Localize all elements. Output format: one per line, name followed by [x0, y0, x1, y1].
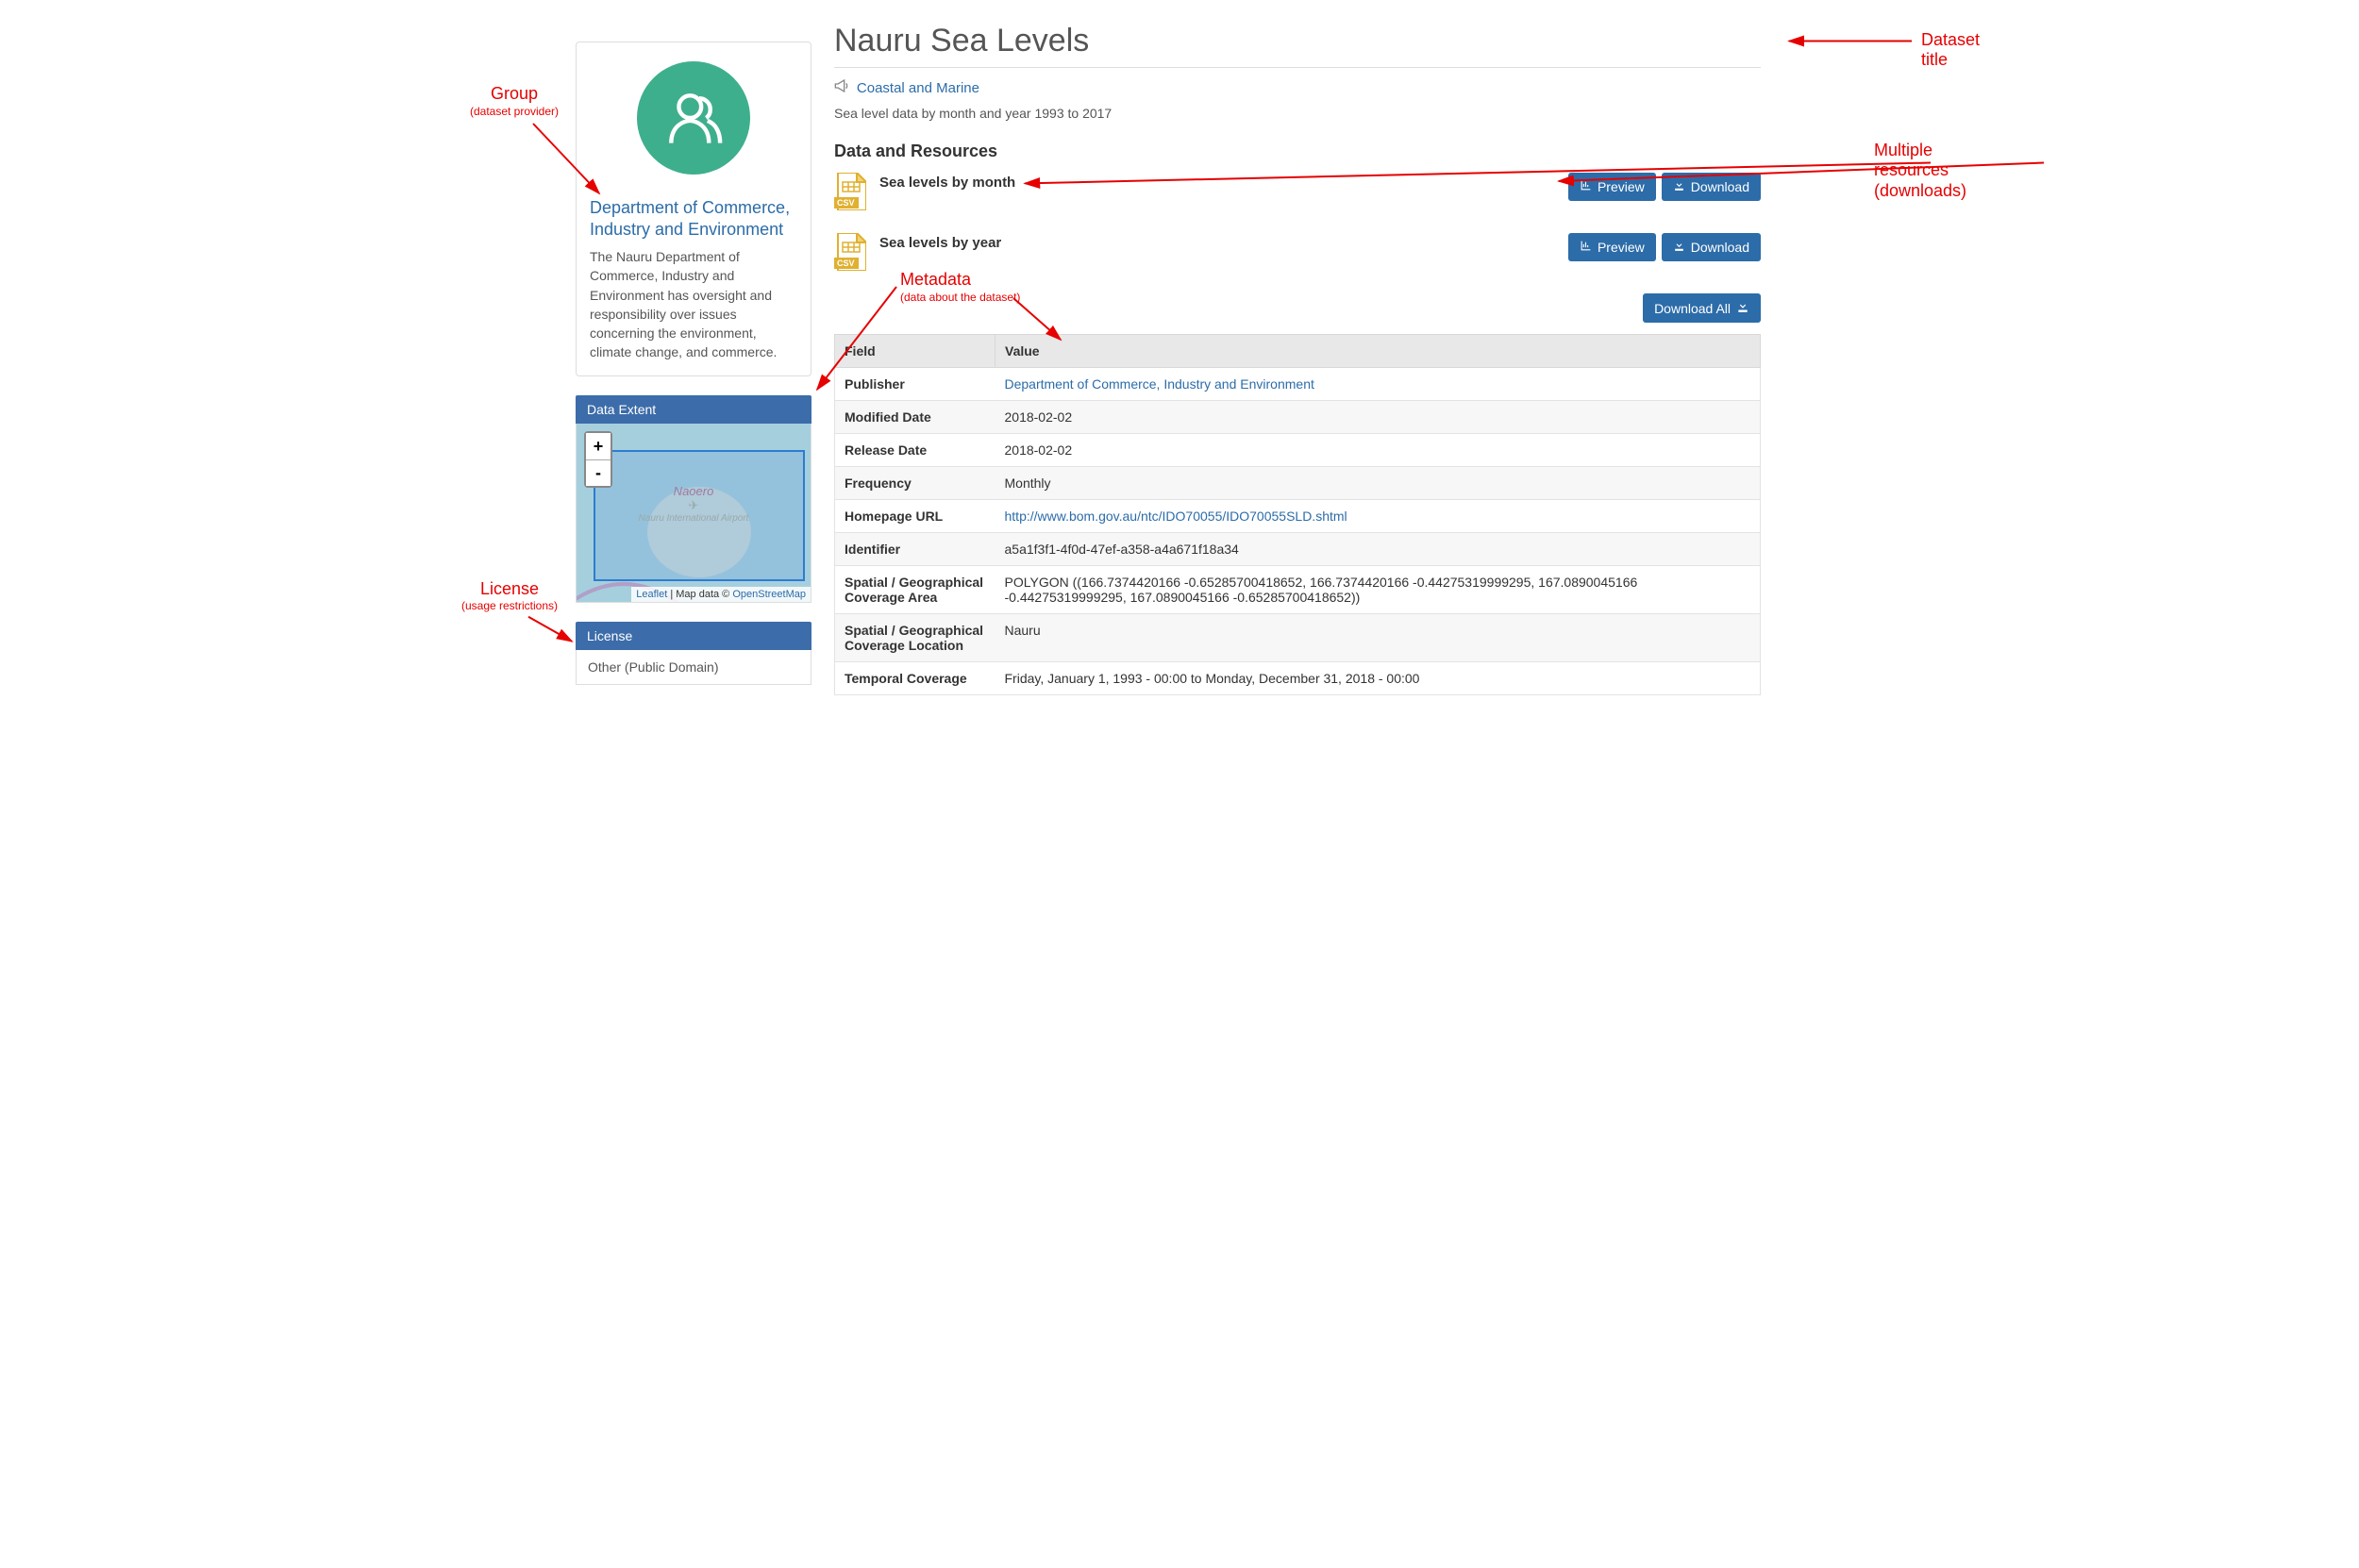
meta-field: Spatial / Geographical Coverage Location: [835, 614, 995, 662]
annotation-label: Dataset title: [1921, 30, 1980, 71]
meta-field: Frequency: [835, 467, 995, 500]
csv-file-icon: CSV: [834, 173, 866, 210]
preview-button[interactable]: Preview: [1568, 173, 1656, 201]
table-row: Identifiera5a1f3f1-4f0d-47ef-a358-a4a671…: [835, 533, 1761, 566]
meta-value: 2018-02-02: [995, 401, 1761, 434]
svg-text:CSV: CSV: [837, 259, 855, 268]
data-extent-panel: Data Extent + - Naoero ✈ Nauru Internati…: [576, 395, 811, 603]
group-avatar-icon: [637, 61, 750, 175]
svg-text:CSV: CSV: [837, 198, 855, 208]
meta-field: Release Date: [835, 434, 995, 467]
resource-name[interactable]: Sea levels by year: [879, 233, 1001, 251]
chart-bar-icon: [1580, 240, 1592, 255]
annotation-label: Group(dataset provider): [470, 84, 559, 118]
metadata-table: Field Value Publisher Department of Comme…: [834, 334, 1761, 695]
resources-heading: Data and Resources: [834, 142, 1761, 161]
meta-value: http://www.bom.gov.au/ntc/IDO70055/IDO70…: [995, 500, 1761, 533]
meta-field: Spatial / Geographical Coverage Area: [835, 566, 995, 614]
meta-field: Homepage URL: [835, 500, 995, 533]
meta-col-value: Value: [995, 335, 1761, 368]
table-row: FrequencyMonthly: [835, 467, 1761, 500]
annotation-label: License(usage restrictions): [461, 579, 558, 613]
meta-value: Department of Commerce, Industry and Env…: [995, 368, 1761, 401]
download-button[interactable]: Download: [1662, 233, 1761, 261]
map-zoom-controls: + -: [584, 431, 612, 488]
group-description: The Nauru Department of Commerce, Indust…: [590, 247, 797, 362]
table-row: Temporal CoverageFriday, January 1, 1993…: [835, 662, 1761, 695]
download-button[interactable]: Download: [1662, 173, 1761, 201]
group-title-link[interactable]: Department of Commerce, Industry and Env…: [590, 197, 797, 240]
title-divider: [834, 67, 1761, 68]
map-zoom-in-button[interactable]: +: [586, 433, 611, 459]
csv-file-icon: CSV: [834, 233, 866, 271]
annotation-label: Multiple resources (downloads): [1874, 141, 1966, 202]
data-extent-heading: Data Extent: [576, 395, 811, 424]
preview-button[interactable]: Preview: [1568, 233, 1656, 261]
meta-value: 2018-02-02: [995, 434, 1761, 467]
osm-link[interactable]: OpenStreetMap: [732, 589, 806, 600]
meta-field: Identifier: [835, 533, 995, 566]
sidebar: Department of Commerce, Industry and Env…: [576, 19, 811, 695]
table-row: Homepage URL http://www.bom.gov.au/ntc/ID…: [835, 500, 1761, 533]
map-attribution: Leaflet | Map data © OpenStreetMap: [631, 587, 811, 602]
map-zoom-out-button[interactable]: -: [586, 459, 611, 486]
meta-field: Temporal Coverage: [835, 662, 995, 695]
resource-row: CSV Sea levels by year Preview Download: [834, 233, 1761, 271]
main-content: Nauru Sea Levels Coastal and Marine Sea …: [834, 19, 1761, 695]
download-icon: [1673, 240, 1685, 255]
meta-value: Monthly: [995, 467, 1761, 500]
tag-link[interactable]: Coastal and Marine: [857, 80, 979, 96]
leaflet-link[interactable]: Leaflet: [636, 589, 667, 600]
dataset-description: Sea level data by month and year 1993 to…: [834, 106, 1761, 121]
map-label: Naoero ✈ Nauru International Airport: [639, 484, 749, 524]
resource-name[interactable]: Sea levels by month: [879, 173, 1015, 191]
license-value: Other (Public Domain): [576, 650, 811, 685]
meta-field: Modified Date: [835, 401, 995, 434]
download-icon: [1673, 179, 1685, 194]
table-row: Release Date2018-02-02: [835, 434, 1761, 467]
download-all-button[interactable]: Download All: [1643, 293, 1761, 323]
meta-value: a5a1f3f1-4f0d-47ef-a358-a4a671f18a34: [995, 533, 1761, 566]
map[interactable]: + - Naoero ✈ Nauru International Airport…: [576, 424, 811, 603]
meta-link[interactable]: http://www.bom.gov.au/ntc/IDO70055/IDO70…: [1005, 509, 1347, 524]
table-row: Spatial / Geographical Coverage Location…: [835, 614, 1761, 662]
meta-value: Nauru: [995, 614, 1761, 662]
meta-value: POLYGON ((166.7374420166 -0.652857004186…: [995, 566, 1761, 614]
megaphone-icon: [834, 79, 849, 95]
meta-value: Friday, January 1, 1993 - 00:00 to Monda…: [995, 662, 1761, 695]
license-panel: License Other (Public Domain): [576, 622, 811, 685]
meta-field: Publisher: [835, 368, 995, 401]
download-icon: [1736, 300, 1749, 316]
table-row: Spatial / Geographical Coverage AreaPOLY…: [835, 566, 1761, 614]
table-row: Publisher Department of Commerce, Industr…: [835, 368, 1761, 401]
meta-col-field: Field: [835, 335, 995, 368]
meta-link[interactable]: Department of Commerce, Industry and Env…: [1005, 376, 1314, 392]
license-heading: License: [576, 622, 811, 650]
resource-row: CSV Sea levels by month Preview Download: [834, 173, 1761, 210]
group-card: Department of Commerce, Industry and Env…: [576, 42, 811, 376]
table-row: Modified Date2018-02-02: [835, 401, 1761, 434]
chart-bar-icon: [1580, 179, 1592, 194]
page-title: Nauru Sea Levels: [834, 23, 1761, 59]
